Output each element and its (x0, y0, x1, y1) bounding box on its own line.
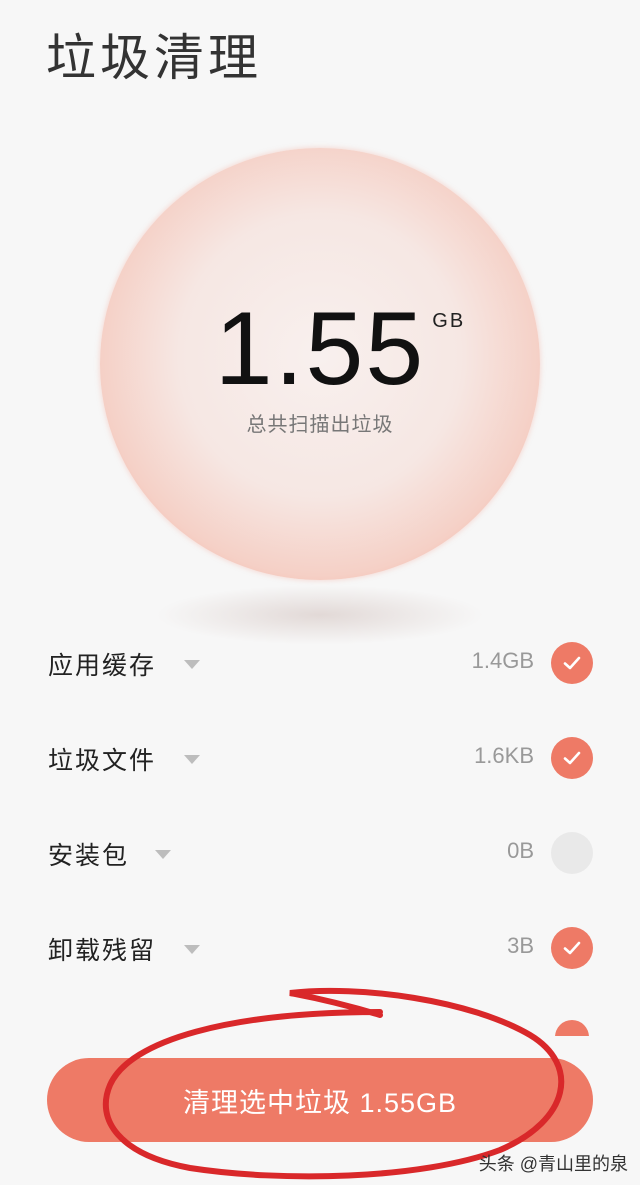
item-label: 应用缓存 (48, 652, 157, 680)
list-item-uninstall-residue[interactable]: 卸载残留 3B (0, 917, 640, 977)
scan-total-value: 1.55 (214, 291, 426, 407)
check-icon (563, 751, 581, 765)
scan-total: 1.55 GB (0, 290, 640, 409)
check-icon (563, 941, 581, 955)
chevron-down-icon[interactable] (184, 660, 200, 669)
chevron-down-icon[interactable] (155, 850, 171, 859)
check-icon (563, 656, 581, 670)
item-label: 卸载残留 (48, 937, 157, 965)
item-label: 垃圾文件 (48, 747, 157, 775)
chevron-down-icon[interactable] (184, 755, 200, 764)
item-label: 安装包 (48, 842, 130, 870)
next-item-checkbox-partial (555, 1020, 589, 1036)
item-size: 0B (507, 838, 534, 863)
list-item-junk-files[interactable]: 垃圾文件 1.6KB (0, 727, 640, 787)
item-checkbox[interactable] (551, 832, 593, 874)
clean-selected-button[interactable]: 清理选中垃圾 1.55GB (47, 1058, 593, 1142)
scan-caption: 总共扫描出垃圾 (246, 414, 394, 436)
scan-total-unit: GB (432, 310, 466, 332)
page-title: 垃圾清理 (46, 30, 262, 86)
list-item-installers[interactable]: 安装包 0B (0, 822, 640, 882)
item-size: 3B (507, 933, 534, 958)
list-item-app-cache[interactable]: 应用缓存 1.4GB (0, 632, 640, 692)
chevron-down-icon[interactable] (184, 945, 200, 954)
item-checkbox[interactable] (551, 737, 593, 779)
item-checkbox[interactable] (551, 927, 593, 969)
watermark: 头条 @青山里的泉 (478, 1154, 628, 1174)
item-size: 1.6KB (474, 743, 534, 768)
item-size: 1.4GB (471, 648, 534, 673)
item-checkbox[interactable] (551, 642, 593, 684)
